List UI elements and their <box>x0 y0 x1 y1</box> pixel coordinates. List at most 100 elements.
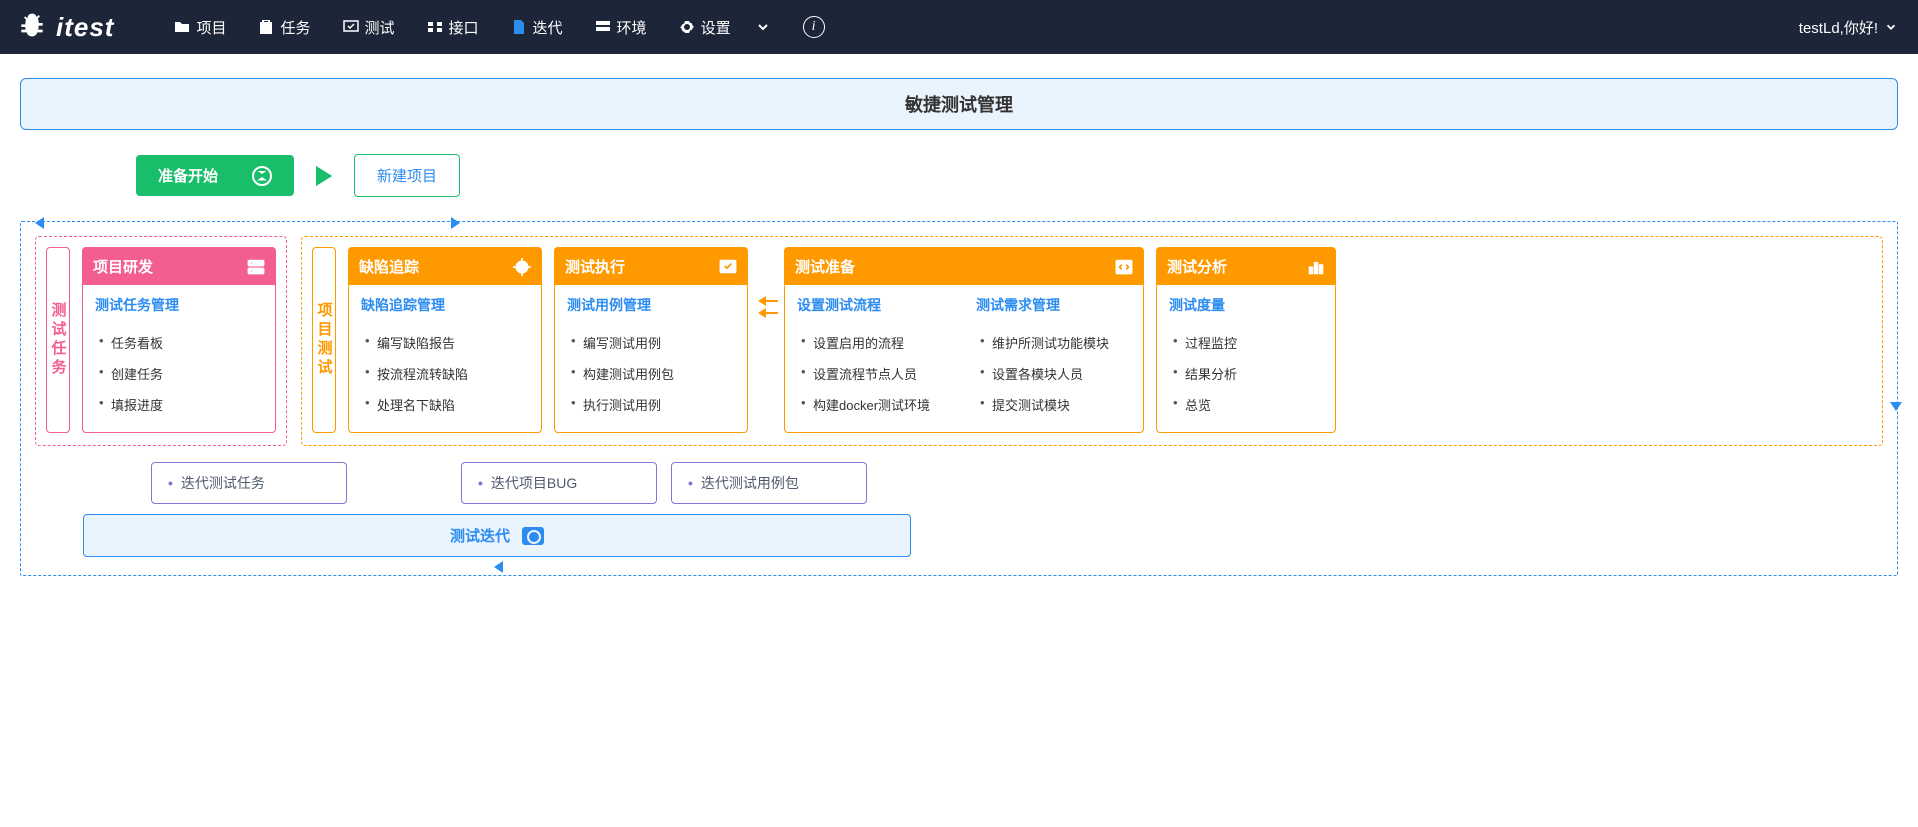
bullet-icon: • <box>688 475 693 491</box>
iteration-label: 迭代测试任务 <box>181 473 265 493</box>
test-prepare-card: 测试准备 设置测试流程 设置启用的流程 设置流程节点人员 构建docker测试环… <box>784 247 1144 433</box>
nav-project[interactable]: 项目 <box>174 17 226 38</box>
chevron-down-icon <box>1884 20 1898 34</box>
card-title: 测试准备 <box>795 256 855 277</box>
nav-info[interactable]: i <box>803 16 825 38</box>
target-icon <box>513 258 531 276</box>
test-iteration-bar[interactable]: 测试迭代 <box>83 514 911 557</box>
gear-icon <box>679 19 695 35</box>
nav-settings[interactable]: 设置 <box>679 17 731 38</box>
iteration-label: 迭代项目BUG <box>491 473 577 493</box>
layers-icon <box>595 19 611 35</box>
card-list: 设置启用的流程 设置流程节点人员 构建docker测试环境 <box>785 323 964 432</box>
list-item: 填报进度 <box>99 389 263 420</box>
top-nav: itest 项目 任务 测试 接口 迭代 环境 设置 <box>0 0 1918 54</box>
vlabel-text: 测试任务 <box>48 302 69 378</box>
iteration-bug-box[interactable]: • 迭代项目BUG <box>461 462 657 504</box>
list-item: 编写缺陷报告 <box>365 327 529 358</box>
card-column: 设置测试流程 设置启用的流程 设置流程节点人员 构建docker测试环境 <box>785 285 964 432</box>
flow-arrow-icon <box>35 217 44 229</box>
card-header: 缺陷追踪 <box>349 248 541 285</box>
card-subtitle[interactable]: 测试需求管理 <box>964 285 1143 323</box>
card-title: 缺陷追踪 <box>359 256 419 277</box>
bullet-icon: • <box>478 475 483 491</box>
card-title: 测试执行 <box>565 256 625 277</box>
list-item: 创建任务 <box>99 358 263 389</box>
vlabel-text: 项目测试 <box>314 302 335 378</box>
flow-arrow-icon <box>494 561 503 573</box>
card-subtitle[interactable]: 测试用例管理 <box>555 285 747 323</box>
card-header: 测试准备 <box>785 248 1143 285</box>
chevron-down-icon <box>755 19 771 35</box>
list-item: 设置流程节点人员 <box>801 358 952 389</box>
iteration-task-box[interactable]: • 迭代测试任务 <box>151 462 347 504</box>
list-item: 编写测试用例 <box>571 327 735 358</box>
card-header: 项目研发 <box>83 248 275 285</box>
card-list: 编写缺陷报告 按流程流转缺陷 处理名下缺陷 <box>349 323 541 432</box>
list-item: 执行测试用例 <box>571 389 735 420</box>
list-item: 过程监控 <box>1173 327 1323 358</box>
nav-task[interactable]: 任务 <box>258 17 310 38</box>
logo-text: itest <box>56 12 114 43</box>
list-item: 设置启用的流程 <box>801 327 952 358</box>
nav-label: 迭代 <box>533 17 563 38</box>
nav-label: 项目 <box>196 17 226 38</box>
folder-icon <box>174 19 190 35</box>
card-subtitle[interactable]: 测试度量 <box>1157 285 1335 323</box>
list-item: 总览 <box>1173 389 1323 420</box>
nav-test[interactable]: 测试 <box>343 17 395 38</box>
card-subtitle[interactable]: 设置测试流程 <box>785 285 964 323</box>
clipboard-icon <box>258 19 274 35</box>
card-column: 测试需求管理 维护所测试功能模块 设置各模块人员 提交测试模块 <box>964 285 1143 432</box>
monitor-check-icon <box>719 258 737 276</box>
iteration-case-box[interactable]: • 迭代测试用例包 <box>671 462 867 504</box>
flow-arrow-icon <box>1890 402 1902 411</box>
monitor-check-icon <box>343 19 359 35</box>
list-item: 维护所测试功能模块 <box>980 327 1131 358</box>
ready-start-label: 准备开始 <box>158 165 218 186</box>
nav-api[interactable]: 接口 <box>427 17 479 38</box>
task-section: 测试任务 项目研发 测试任务管理 任务看板 创建任务 填报进度 <box>35 236 287 446</box>
test-analysis-card: 测试分析 测试度量 过程监控 结果分析 总览 <box>1156 247 1336 433</box>
card-subtitle[interactable]: 缺陷追踪管理 <box>349 285 541 323</box>
nav-label: 任务 <box>280 17 310 38</box>
lanes: 测试任务 项目研发 测试任务管理 任务看板 创建任务 填报进度 <box>35 236 1883 446</box>
card-list: 过程监控 结果分析 总览 <box>1157 323 1335 432</box>
ready-start-button[interactable]: 准备开始 <box>136 155 294 196</box>
test-section-label: 项目测试 <box>312 247 336 433</box>
iteration-row: • 迭代测试任务 • 迭代项目BUG • 迭代测试用例包 <box>151 462 1883 504</box>
nav-label: 接口 <box>449 17 479 38</box>
test-section: 项目测试 缺陷追踪 缺陷追踪管理 编写缺陷报告 按流程流转缺陷 处理名下缺陷 <box>301 236 1883 446</box>
list-item: 按流程流转缺陷 <box>365 358 529 389</box>
file-icon <box>511 19 527 35</box>
bug-icon <box>16 11 48 43</box>
card-list: 任务看板 创建任务 填报进度 <box>83 323 275 432</box>
logo[interactable]: itest <box>16 11 114 43</box>
new-project-label: 新建项目 <box>377 168 437 185</box>
user-menu[interactable]: testLd,你好! <box>1799 17 1898 38</box>
start-row: 准备开始 新建项目 <box>136 154 1898 197</box>
list-item: 提交测试模块 <box>980 389 1131 420</box>
iteration-bar-label: 测试迭代 <box>450 525 510 546</box>
list-item: 构建docker测试环境 <box>801 389 952 420</box>
list-item: 任务看板 <box>99 327 263 358</box>
card-title: 测试分析 <box>1167 256 1227 277</box>
page-title: 敏捷测试管理 <box>20 78 1898 130</box>
chart-icon <box>1307 258 1325 276</box>
nav-label: 测试 <box>365 17 395 38</box>
page: 敏捷测试管理 准备开始 新建项目 测试任务 项目研发 <box>0 54 1918 616</box>
task-section-label: 测试任务 <box>46 247 70 433</box>
flow-container: 测试任务 项目研发 测试任务管理 任务看板 创建任务 填报进度 <box>20 221 1898 576</box>
card-subtitle[interactable]: 测试任务管理 <box>83 285 275 323</box>
nav-label: 设置 <box>701 17 731 38</box>
bullet-icon: • <box>168 475 173 491</box>
card-columns: 设置测试流程 设置启用的流程 设置流程节点人员 构建docker测试环境 测试需… <box>785 285 1143 432</box>
nav-environment[interactable]: 环境 <box>595 17 647 38</box>
settings-chevron[interactable] <box>755 19 771 35</box>
new-project-button[interactable]: 新建项目 <box>354 154 460 197</box>
list-item: 构建测试用例包 <box>571 358 735 389</box>
page-title-text: 敏捷测试管理 <box>905 95 1013 115</box>
camera-icon <box>522 527 544 545</box>
test-execute-card: 测试执行 测试用例管理 编写测试用例 构建测试用例包 执行测试用例 <box>554 247 748 433</box>
nav-iteration[interactable]: 迭代 <box>511 17 563 38</box>
